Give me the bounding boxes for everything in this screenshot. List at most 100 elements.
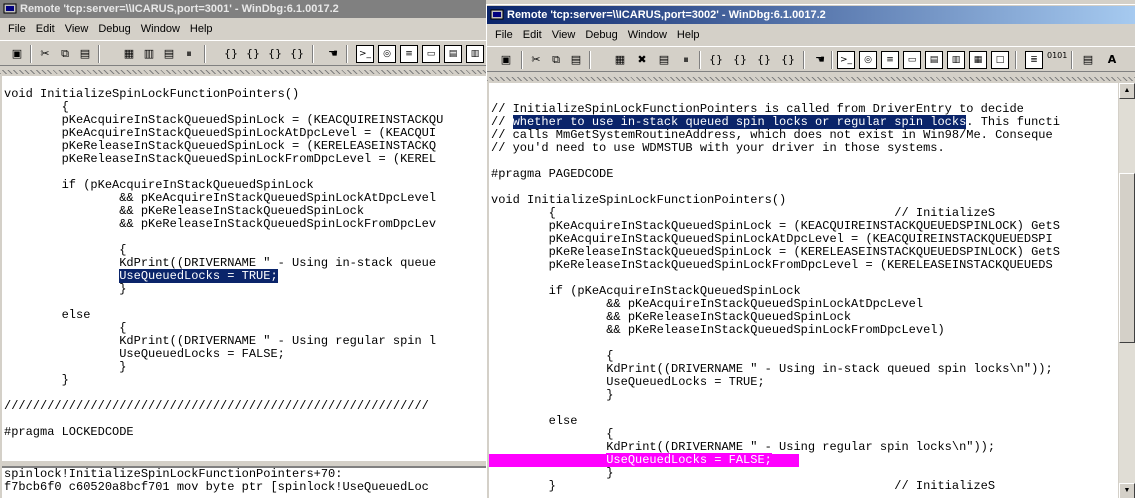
- menu-view[interactable]: View: [547, 26, 581, 44]
- restart-icon[interactable]: ▦: [120, 45, 138, 63]
- line-highlight: UseQueuedLocks = TRUE;: [119, 269, 278, 283]
- window-title: Remote 'tcp:server=\\ICARUS,port=3001' -…: [20, 3, 339, 15]
- toolbar-separator: [831, 51, 833, 69]
- menu-window[interactable]: Window: [136, 20, 185, 38]
- menu-debug[interactable]: Debug: [580, 26, 622, 44]
- toolbar-separator: [589, 51, 591, 69]
- step-into-icon[interactable]: {}: [707, 51, 725, 69]
- windbg-window-right[interactable]: Remote 'tcp:server=\\ICARUS,port=3002' -…: [486, 4, 1135, 498]
- run-to-cursor-icon[interactable]: {}: [288, 45, 306, 63]
- registers-icon[interactable]: ▭: [903, 51, 921, 69]
- source-window[interactable]: // InitializeSpinLockFunctionPointers is…: [489, 83, 1118, 498]
- copy-icon[interactable]: ⧉: [547, 51, 565, 69]
- window-titlebar[interactable]: Remote 'tcp:server=\\ICARUS,port=3002' -…: [487, 6, 1135, 24]
- windbg-app-icon: [490, 9, 504, 20]
- source-line: && pKeReleaseInStackQueuedSpinLockFromDp…: [4, 217, 437, 231]
- menu-file[interactable]: File: [487, 26, 518, 44]
- callstack-icon[interactable]: ▥: [947, 51, 965, 69]
- open-icon[interactable]: ▣: [497, 51, 515, 69]
- breakpoint-hand-icon[interactable]: ☚: [811, 51, 829, 69]
- stop-icon[interactable]: ✖: [633, 51, 651, 69]
- menu-edit[interactable]: Edit: [31, 20, 60, 38]
- window-titlebar[interactable]: Remote 'tcp:server=\\ICARUS,port=3001' -…: [0, 0, 486, 18]
- pane-divider: [0, 70, 486, 74]
- stop-icon[interactable]: ▥: [140, 45, 158, 63]
- watch-icon[interactable]: ◎: [859, 51, 877, 69]
- menu-bar: File Edit View Debug Window Help: [0, 20, 486, 38]
- command-window-icon[interactable]: >_: [356, 45, 374, 63]
- scroll-thumb[interactable]: [1119, 173, 1135, 343]
- toolbar-separator: [1015, 51, 1017, 69]
- source-line: }: [4, 373, 69, 387]
- menu-view[interactable]: View: [60, 20, 94, 38]
- locals-icon[interactable]: ≡: [881, 51, 899, 69]
- step-out-icon[interactable]: {}: [755, 51, 773, 69]
- toolbar-separator: [204, 45, 206, 63]
- toolbar-separator: [1071, 51, 1073, 69]
- window-title: Remote 'tcp:server=\\ICARUS,port=3002' -…: [507, 9, 826, 21]
- source-line: pKeReleaseInStackQueuedSpinLockFromDpcLe…: [4, 152, 437, 166]
- step-into-icon[interactable]: {}: [222, 45, 240, 63]
- vertical-scrollbar[interactable]: ▲ ▼: [1119, 83, 1135, 498]
- font-icon[interactable]: A: [1103, 51, 1121, 69]
- registers-icon[interactable]: ▭: [422, 45, 440, 63]
- command-window-icon[interactable]: >_: [837, 51, 855, 69]
- memory-icon[interactable]: ▤: [925, 51, 943, 69]
- go-icon[interactable]: ▤: [160, 45, 178, 63]
- locals-icon[interactable]: ≡: [400, 45, 418, 63]
- memory-icon[interactable]: ▤: [444, 45, 462, 63]
- run-to-cursor-icon[interactable]: {}: [779, 51, 797, 69]
- menu-file[interactable]: File: [0, 20, 31, 38]
- watch-icon[interactable]: ◎: [378, 45, 396, 63]
- scroll-down-button[interactable]: ▼: [1119, 483, 1135, 498]
- open-icon[interactable]: ▣: [8, 45, 26, 63]
- menu-edit[interactable]: Edit: [518, 26, 547, 44]
- windbg-app-icon: [3, 3, 17, 14]
- toolbar-separator: [30, 45, 32, 63]
- source-line: pKeReleaseInStackQueuedSpinLockFromDpcLe…: [491, 258, 1053, 272]
- hex-icon[interactable]: 0101: [1047, 51, 1067, 69]
- options-icon[interactable]: ▤: [1079, 51, 1097, 69]
- source-line: #pragma PAGEDCODE: [491, 167, 614, 181]
- disassembly-icon[interactable]: ▦: [969, 51, 987, 69]
- copy-icon[interactable]: ⧉: [56, 45, 74, 63]
- step-over-icon[interactable]: {}: [244, 45, 262, 63]
- source-line: // you'd need to use WDMSTUB with your d…: [491, 141, 945, 155]
- menu-help[interactable]: Help: [185, 20, 218, 38]
- break-icon[interactable]: ⏸: [677, 51, 695, 69]
- menu-window[interactable]: Window: [623, 26, 672, 44]
- command-output[interactable]: spinlock!InitializeSpinLockFunctionPoint…: [2, 466, 486, 498]
- windbg-window-left[interactable]: Remote 'tcp:server=\\ICARUS,port=3001' -…: [0, 0, 486, 498]
- step-out-icon[interactable]: {}: [266, 45, 284, 63]
- toolbar: ▣ ✂ ⧉ ▤ ▦ ▥ ▤ ⏸ {} {} {} {} ☚ >_ ◎ ≡ ▭ ▤…: [0, 40, 486, 66]
- paste-icon[interactable]: ▤: [567, 51, 585, 69]
- source-mode-icon[interactable]: ≣: [1025, 51, 1043, 69]
- step-over-icon[interactable]: {}: [731, 51, 749, 69]
- source-line: }: [491, 388, 614, 402]
- callstack-icon[interactable]: ▥: [466, 45, 484, 63]
- restart-icon[interactable]: ▦: [611, 51, 629, 69]
- source-line: } // InitializeS: [491, 479, 996, 493]
- menu-debug[interactable]: Debug: [93, 20, 135, 38]
- current-statement-highlight: UseQueuedLocks = FALSE;: [606, 453, 772, 467]
- go-icon[interactable]: ▤: [655, 51, 673, 69]
- toolbar-separator: [699, 51, 701, 69]
- toolbar: ▣ ✂ ⧉ ▤ ▦ ✖ ▤ ⏸ {} {} {} {} ☚ >_ ◎ ≡ ▭ ▤…: [487, 46, 1135, 72]
- scratch-icon[interactable]: □: [991, 51, 1009, 69]
- paste-icon[interactable]: ▤: [76, 45, 94, 63]
- toolbar-separator: [98, 45, 100, 63]
- cut-icon[interactable]: ✂: [36, 45, 54, 63]
- menu-help[interactable]: Help: [672, 26, 705, 44]
- cut-icon[interactable]: ✂: [527, 51, 545, 69]
- source-line: }: [4, 282, 127, 296]
- break-icon[interactable]: ⏸: [180, 45, 198, 63]
- toolbar-separator: [803, 51, 805, 69]
- source-window[interactable]: void InitializeSpinLockFunctionPointers(…: [2, 76, 486, 461]
- breakpoint-hand-icon[interactable]: ☚: [324, 45, 342, 63]
- command-line: f7bcb6f0 c60520a8bcf701 mov byte ptr [sp…: [4, 480, 429, 494]
- text-selection: whether to use in-stack queued spin lock…: [512, 115, 967, 129]
- toolbar-separator: [312, 45, 314, 63]
- source-line: #pragma LOCKEDCODE: [4, 425, 134, 439]
- scroll-up-button[interactable]: ▲: [1119, 83, 1135, 99]
- source-line: && pKeReleaseInStackQueuedSpinLockFromDp…: [491, 323, 945, 337]
